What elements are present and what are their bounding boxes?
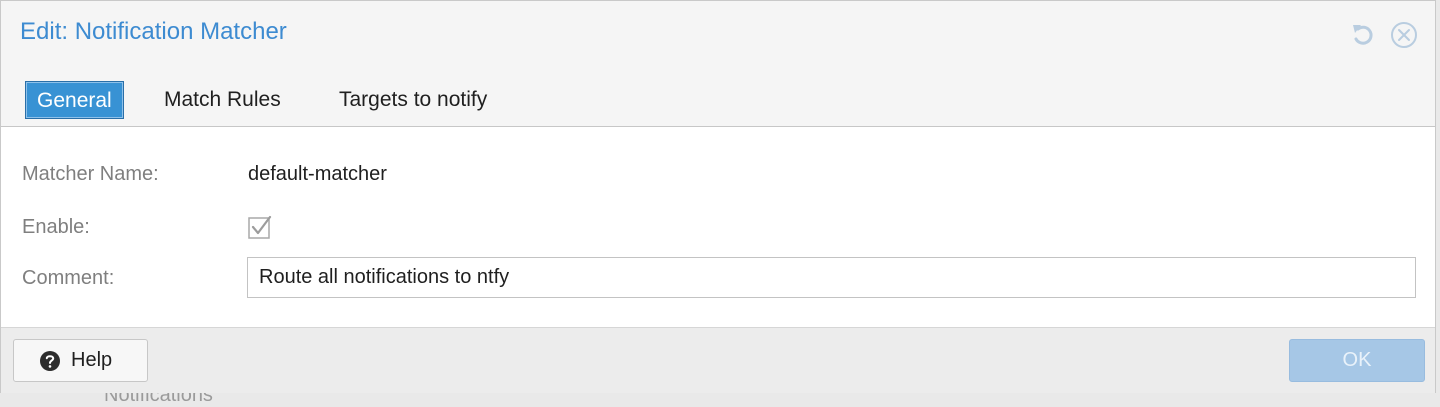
comment-input[interactable] — [247, 257, 1416, 298]
help-icon — [40, 351, 60, 371]
edit-dialog: Edit: Notification Matcher General Match… — [0, 0, 1436, 393]
tab-match-rules[interactable]: Match Rules — [164, 81, 281, 119]
comment-label: Comment: — [22, 267, 115, 289]
ok-button[interactable]: OK — [1289, 339, 1425, 382]
dialog-footer: Help OK — [1, 327, 1435, 393]
general-form-panel: Matcher Name: default-matcher Enable: Co… — [1, 127, 1435, 327]
help-label: Help — [71, 349, 113, 371]
enable-label: Enable: — [22, 216, 90, 238]
dialog-title: Edit: Notification Matcher — [20, 18, 287, 45]
matcher-name-value: default-matcher — [248, 163, 387, 185]
reset-icon[interactable] — [1349, 21, 1377, 49]
tab-general[interactable]: General — [25, 81, 124, 119]
help-button[interactable]: Help — [13, 339, 148, 382]
tab-targets-to-notify[interactable]: Targets to notify — [339, 81, 487, 119]
dialog-titlebar: Edit: Notification Matcher — [1, 1, 1435, 67]
close-icon[interactable] — [1390, 21, 1418, 49]
matcher-name-label: Matcher Name: — [22, 163, 159, 185]
tab-bar: General Match Rules Targets to notify — [1, 67, 1435, 127]
enable-checkbox[interactable] — [247, 214, 273, 240]
